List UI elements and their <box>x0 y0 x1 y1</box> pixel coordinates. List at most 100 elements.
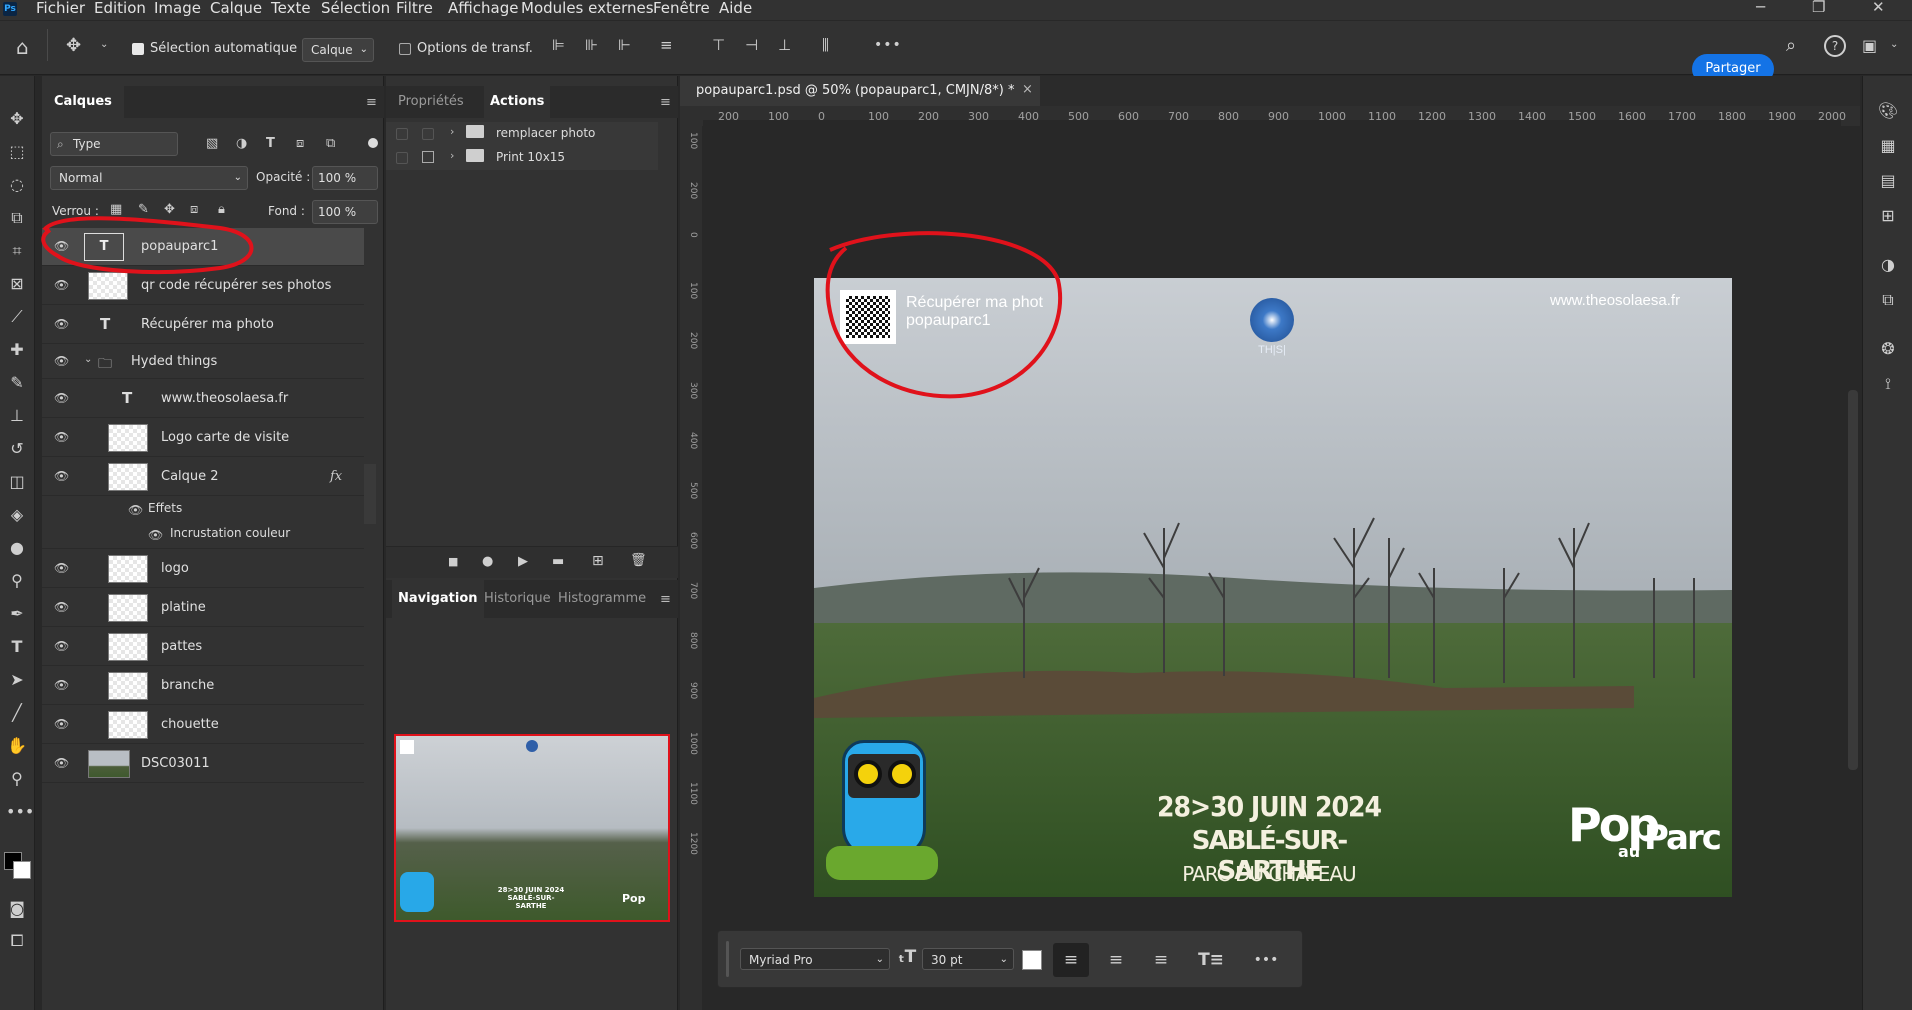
visibility-eye-icon[interactable]: 👁︎ <box>54 240 70 252</box>
zoom-tool-icon[interactable]: ⚲ <box>6 768 28 790</box>
action-row[interactable]: › Print 10x15 <box>386 146 658 170</box>
align-left-text-icon[interactable]: ≡ <box>1053 943 1089 977</box>
menu-item-6[interactable]: Filtre <box>396 0 433 16</box>
close-tab-icon[interactable]: × <box>1022 82 1033 97</box>
filter-adjustment-icon[interactable]: ◑ <box>236 136 247 151</box>
tab-properties[interactable]: Propriétés <box>392 86 470 118</box>
layer-row-chouette[interactable]: 👁︎ chouette <box>42 706 364 744</box>
eyedropper-tool-icon[interactable]: ⟋ <box>6 306 28 328</box>
layer-row-calque2[interactable]: 👁︎ Calque 2 fx <box>42 458 364 496</box>
crop-tool-icon[interactable]: ⌗ <box>6 240 28 262</box>
tab-navigation[interactable]: Navigation <box>392 580 484 618</box>
visibility-eye-icon[interactable]: 👁︎ <box>54 679 70 691</box>
filter-toggle[interactable] <box>368 138 378 148</box>
lock-all-icon[interactable]: 🔒︎ <box>218 202 225 217</box>
restore-icon[interactable]: ❐ <box>1812 0 1825 15</box>
popauparc1-text[interactable]: popauparc1 <box>906 312 991 330</box>
layers-scrollbar[interactable] <box>364 464 376 524</box>
visibility-eye-icon[interactable]: 👁︎ <box>54 757 70 769</box>
chevron-right-icon[interactable]: › <box>450 125 454 138</box>
menu-item-1[interactable]: Edition <box>94 0 146 16</box>
move-tool-icon[interactable]: ✥ <box>66 35 81 56</box>
visibility-eye-icon[interactable]: 👁︎ <box>54 318 70 330</box>
adjustments-panel-icon[interactable]: ◑ <box>1877 254 1899 276</box>
hand-tool-icon[interactable]: ✋ <box>6 735 28 757</box>
action-toggle[interactable] <box>396 152 408 164</box>
action-toggle[interactable] <box>396 128 408 140</box>
qr-caption-text[interactable]: Récupérer ma phot <box>906 294 1043 312</box>
lock-position-icon[interactable]: ✥ <box>164 202 175 217</box>
background-color-swatch[interactable] <box>13 861 31 879</box>
fill-input[interactable]: 100 % <box>312 200 378 224</box>
swatches-panel-icon[interactable]: ▦ <box>1877 135 1899 157</box>
tab-histogram[interactable]: Histogramme <box>552 580 652 618</box>
chevron-right-icon[interactable]: › <box>450 149 454 162</box>
character-panel-icon[interactable]: T≡ <box>1193 943 1229 977</box>
frame-tool-icon[interactable]: ⊠ <box>6 273 28 295</box>
menu-item-9[interactable]: Fenêtre <box>653 0 710 16</box>
filter-smart-object-icon[interactable]: ⧉ <box>326 136 335 151</box>
panel-menu-icon[interactable]: ≡ <box>660 95 671 110</box>
layer-filter-dropdown[interactable]: Type ⌕ <box>50 132 178 156</box>
effects-eye-icon[interactable]: 👁︎ <box>128 503 143 517</box>
website-text[interactable]: www.theosolaesa.fr <box>1550 292 1680 309</box>
navigator-preview[interactable]: 28>30 JUIN 2024 SABLÉ-SUR-SARTHE Pop <box>394 734 670 922</box>
canvas-scrollbar[interactable] <box>1848 390 1858 770</box>
layer-row-photo[interactable]: 👁︎ DSC03011 <box>42 745 364 783</box>
history-brush-icon[interactable]: ↺ <box>6 438 28 460</box>
document-tab[interactable]: popauparc1.psd @ 50% (popauparc1, CMJN/8… <box>680 76 1040 106</box>
menu-item-2[interactable]: Image <box>154 0 201 16</box>
tab-layers[interactable]: Calques <box>42 86 124 118</box>
visibility-eye-icon[interactable]: 👁︎ <box>54 601 70 613</box>
visibility-eye-icon[interactable]: 👁︎ <box>54 355 70 367</box>
layer-row-popauparc1[interactable]: 👁︎ T popauparc1 <box>42 228 364 266</box>
drag-handle[interactable] <box>726 941 729 977</box>
layer-row-logo-carte[interactable]: 👁︎ Logo carte de visite <box>42 419 364 457</box>
chevron-down-icon[interactable]: ⌄ <box>100 39 108 50</box>
minimize-icon[interactable]: ─ <box>1756 0 1765 15</box>
layer-row-pattes[interactable]: 👁︎ pattes <box>42 628 364 666</box>
auto-select-dropdown[interactable]: Calque ⌄ <box>302 38 374 62</box>
gradients-panel-icon[interactable]: ▤ <box>1877 170 1899 192</box>
tab-actions[interactable]: Actions <box>484 86 551 118</box>
object-select-tool-icon[interactable]: ⧉ <box>6 207 28 229</box>
type-tool-icon[interactable]: T <box>6 636 28 658</box>
lasso-tool-icon[interactable]: ◌ <box>6 174 28 196</box>
play-icon[interactable]: ▶ <box>518 554 528 569</box>
layer-row-qr-code[interactable]: 👁︎ qr code récupérer ses photos <box>42 267 364 305</box>
action-dialog-icon[interactable] <box>422 151 434 163</box>
align-top-icon[interactable]: ⊤ <box>712 36 725 54</box>
line-tool-icon[interactable]: ╱ <box>6 702 28 724</box>
menu-item-7[interactable]: Affichage <box>448 0 518 16</box>
lock-transparency-icon[interactable]: ▦ <box>110 202 122 217</box>
color-panel-icon[interactable]: 🎨︎ <box>1877 100 1899 122</box>
visibility-eye-icon[interactable]: 👁︎ <box>54 431 70 443</box>
close-icon[interactable]: ✕ <box>1872 0 1885 15</box>
menu-item-3[interactable]: Calque <box>210 0 262 16</box>
more-text-options-icon[interactable]: ••• <box>1248 943 1284 977</box>
menu-item-5[interactable]: Sélection <box>321 0 390 16</box>
lock-artboard-icon[interactable]: ⧈ <box>190 202 198 217</box>
visibility-eye-icon[interactable]: 👁︎ <box>54 470 70 482</box>
align-left-icon[interactable]: ⊫ <box>552 36 565 54</box>
record-icon[interactable]: ● <box>482 554 493 569</box>
layer-row-branche[interactable]: 👁︎ branche <box>42 667 364 705</box>
document-canvas[interactable]: Récupérer ma phot popauparc1 TH|S| www.t… <box>814 278 1732 897</box>
filter-shape-icon[interactable]: ⧈ <box>296 136 304 151</box>
paths-panel-icon[interactable]: ⟟ <box>1877 373 1899 395</box>
fx-icon[interactable]: fx <box>330 469 342 484</box>
opacity-input[interactable]: 100 % <box>312 166 378 190</box>
visibility-eye-icon[interactable]: 👁︎ <box>54 279 70 291</box>
layer-row-group[interactable]: 👁︎ ⌄ 🗀︎ Hyded things <box>42 345 364 379</box>
align-middle-icon[interactable]: ⊣ <box>745 36 758 54</box>
libraries-panel-icon[interactable]: ⧉ <box>1877 289 1899 311</box>
distribute-vertical-icon[interactable]: ⫼ <box>822 36 829 54</box>
patterns-panel-icon[interactable]: ⊞ <box>1877 205 1899 227</box>
blur-tool-icon[interactable]: ● <box>6 537 28 559</box>
action-row[interactable]: › remplacer photo <box>386 122 658 146</box>
visibility-eye-icon[interactable]: 👁︎ <box>54 562 70 574</box>
align-right-icon[interactable]: ⊩ <box>618 36 631 54</box>
panel-menu-icon[interactable]: ≡ <box>366 95 377 110</box>
workspace-chevron-icon[interactable]: ⌄ <box>1890 39 1898 50</box>
layer-row-platine[interactable]: 👁︎ platine <box>42 589 364 627</box>
